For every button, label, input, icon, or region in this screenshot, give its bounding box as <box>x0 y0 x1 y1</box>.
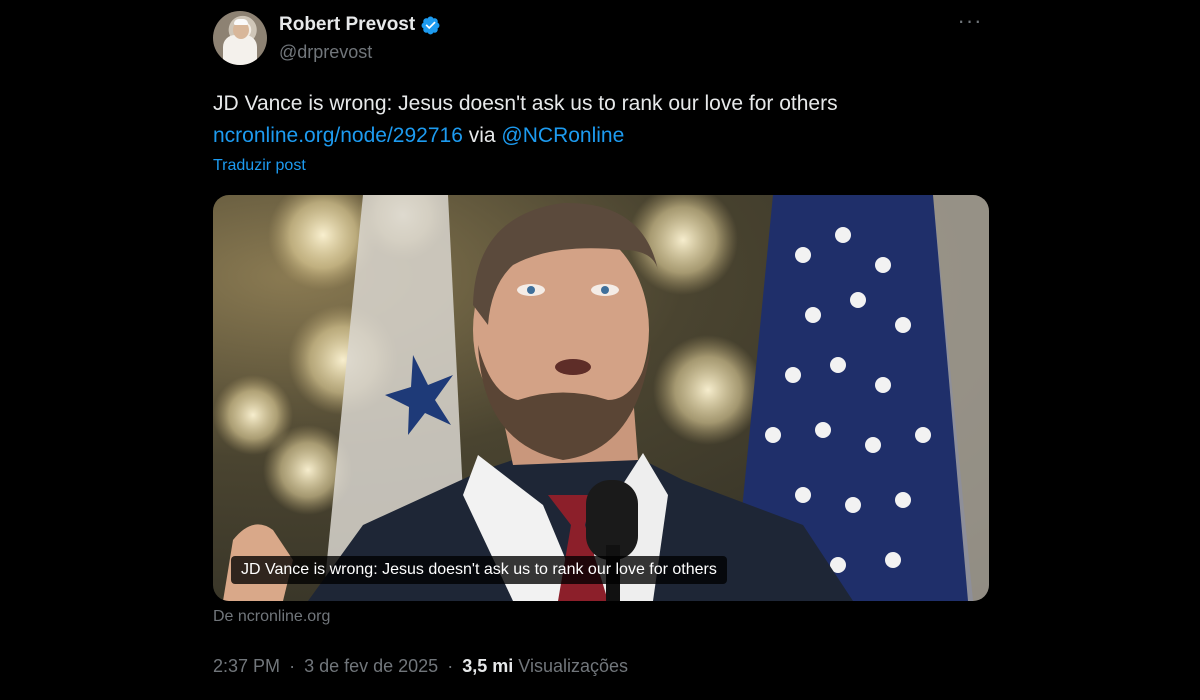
avatar[interactable] <box>213 11 267 65</box>
meta-separator: · <box>289 656 296 676</box>
avatar-cap <box>234 19 248 25</box>
more-options-icon[interactable]: ··· <box>955 10 985 36</box>
card-caption: JD Vance is wrong: Jesus doesn't ask us … <box>231 556 727 584</box>
card-source[interactable]: De ncronline.org <box>213 608 330 626</box>
views-label: Visualizações <box>518 656 629 676</box>
author-name-row[interactable]: Robert Prevost <box>279 14 441 36</box>
meta-separator-2: · <box>447 656 454 676</box>
views-count: 3,5 mi <box>462 656 514 676</box>
author-name[interactable]: Robert Prevost <box>279 14 415 36</box>
article-photo <box>213 195 989 601</box>
avatar-robe <box>223 35 257 65</box>
via-text: via <box>468 124 496 147</box>
post-time[interactable]: 2:37 PM <box>213 656 280 676</box>
translate-post-link[interactable]: Traduzir post <box>213 157 306 175</box>
tweet: Robert Prevost @drprevost ··· JD Vance i… <box>213 0 989 700</box>
verified-badge-icon <box>421 16 440 34</box>
post-date[interactable]: 3 de fev de 2025 <box>304 656 438 676</box>
tweet-link-line: ncronline.org/node/292716 via @NCRonline <box>213 120 989 152</box>
link-card[interactable]: JD Vance is wrong: Jesus doesn't ask us … <box>213 195 989 601</box>
article-link[interactable]: ncronline.org/node/292716 <box>213 124 463 147</box>
tweet-text-line: JD Vance is wrong: Jesus doesn't ask us … <box>213 92 838 115</box>
author-handle[interactable]: @drprevost <box>279 42 372 63</box>
tweet-text: JD Vance is wrong: Jesus doesn't ask us … <box>213 88 989 152</box>
mention-link[interactable]: @NCRonline <box>501 124 624 147</box>
tweet-meta: 2:37 PM · 3 de fev de 2025 · 3,5 mi Visu… <box>213 656 628 677</box>
